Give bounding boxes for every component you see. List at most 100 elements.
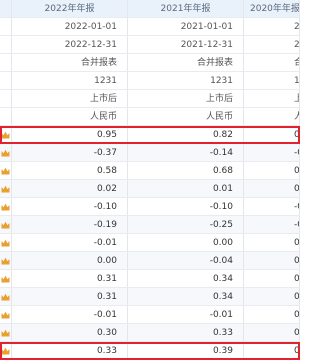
value-cell: -0.19 — [12, 216, 128, 234]
meta-cell: 合并报表 — [12, 54, 128, 72]
value-cell: 0 — [244, 162, 300, 180]
table-row[interactable]: -0.10-0.10-0 — [0, 198, 300, 216]
meta-cell: 人民币 — [244, 108, 300, 126]
value-cell: 0.02 — [12, 180, 128, 198]
meta-cell: 人民币 — [12, 108, 128, 126]
value-cell: 0 — [244, 270, 300, 288]
row-icon-cell[interactable] — [0, 324, 12, 342]
meta-cell: 2022-01-01 — [12, 18, 128, 36]
meta-cell: 合并报表 — [128, 54, 244, 72]
meta-icon-cell — [0, 90, 12, 108]
row-icon-cell[interactable] — [0, 252, 12, 270]
meta-cell: 1231 — [12, 72, 128, 90]
column-header-2020[interactable]: 2020年年报 — [244, 0, 300, 18]
value-cell: 0 — [244, 288, 300, 306]
value-cell: 0.82 — [128, 126, 244, 144]
row-icon-cell[interactable] — [0, 162, 12, 180]
value-cell: -0.14 — [128, 144, 244, 162]
value-cell: 0.33 — [12, 342, 128, 360]
value-cell: 0.39 — [128, 342, 244, 360]
meta-row-currency: 人民币 人民币 人民币 — [0, 108, 300, 126]
crown-icon — [1, 311, 10, 319]
table-row[interactable]: -0.37-0.14-0 — [0, 144, 300, 162]
table-row[interactable]: 0.31 0.34 0 — [0, 270, 300, 288]
crown-icon — [1, 149, 10, 157]
header-icon-cell — [0, 0, 12, 18]
meta-row-end-date: 2022-12-31 2021-12-31 2020-12-31 — [0, 36, 300, 54]
meta-row-start-date: 2022-01-01 2021-01-01 2020-01-01 — [0, 18, 300, 36]
value-cell: 0 — [244, 234, 300, 252]
value-cell: -0.01 — [12, 306, 128, 324]
column-header-2021[interactable]: 2021年年报 — [128, 0, 244, 18]
meta-icon-cell — [0, 36, 12, 54]
row-icon-cell[interactable] — [0, 288, 12, 306]
row-icon-cell[interactable] — [0, 216, 12, 234]
crown-icon — [1, 329, 10, 337]
meta-cell: 2022-12-31 — [12, 36, 128, 54]
meta-cell: 2021-12-31 — [128, 36, 244, 54]
value-cell: 0 — [244, 306, 300, 324]
meta-row-report-type: 合并报表 合并报表 合并报表 — [0, 54, 300, 72]
table-row[interactable]: -0.19-0.25-0 — [0, 216, 300, 234]
value-cell: 0 — [244, 324, 300, 342]
row-icon-cell[interactable] — [0, 198, 12, 216]
table-row[interactable]: 0.31 0.34 0 — [0, 288, 300, 306]
value-cell: 0 — [244, 342, 300, 360]
value-cell: 0.95 — [12, 126, 128, 144]
table-row[interactable]: 0.58 0.68 0 — [0, 162, 300, 180]
table-row[interactable]: 0.00 -0.04 0 — [0, 252, 300, 270]
meta-icon-cell — [0, 108, 12, 126]
meta-icon-cell — [0, 72, 12, 90]
value-cell: 0.58 — [12, 162, 128, 180]
crown-icon — [1, 131, 10, 139]
value-cell: 0.34 — [128, 270, 244, 288]
value-cell: -0.37 — [12, 144, 128, 162]
meta-cell: 2020-01-01 — [244, 18, 300, 36]
table-row[interactable]: -0.01 0.00 0 — [0, 234, 300, 252]
table-row[interactable]: 0.33 0.39 0 — [0, 342, 300, 360]
row-icon-cell[interactable] — [0, 234, 12, 252]
value-cell: -0.04 — [128, 252, 244, 270]
table-row[interactable]: 0.95 0.82 0 — [0, 126, 300, 144]
row-icon-cell[interactable] — [0, 144, 12, 162]
table-row[interactable]: -0.01 -0.01 0 — [0, 306, 300, 324]
row-icon-cell[interactable] — [0, 270, 12, 288]
value-cell: 0.00 — [128, 234, 244, 252]
value-cell: 0.00 — [12, 252, 128, 270]
meta-cell: 上市后 — [128, 90, 244, 108]
crown-icon — [1, 203, 10, 211]
value-cell: 0.31 — [12, 270, 128, 288]
value-cell: 0 — [244, 252, 300, 270]
row-icon-cell[interactable] — [0, 342, 12, 360]
meta-cell: 合并报表 — [244, 54, 300, 72]
meta-row-listing-status: 上市后 上市后 上市后 — [0, 90, 300, 108]
value-cell: 0.68 — [128, 162, 244, 180]
value-cell: -0.25 — [128, 216, 244, 234]
value-cell: -0 — [244, 216, 300, 234]
row-icon-cell[interactable] — [0, 180, 12, 198]
value-cell: 0.34 — [128, 288, 244, 306]
value-cell: 0.31 — [12, 288, 128, 306]
crown-icon — [1, 239, 10, 247]
table-row[interactable]: 0.30 0.33 0 — [0, 324, 300, 342]
value-cell: 0.30 — [12, 324, 128, 342]
value-cell: 0.33 — [128, 324, 244, 342]
meta-row-period-code: 1231 1231 1231 — [0, 72, 300, 90]
value-cell: -0.10 — [12, 198, 128, 216]
value-cell: -0 — [244, 198, 300, 216]
value-cell: -0.01 — [12, 234, 128, 252]
row-icon-cell[interactable] — [0, 306, 12, 324]
value-cell: 0 — [244, 126, 300, 144]
value-cell: -0.10 — [128, 198, 244, 216]
table-row[interactable]: 0.02 0.01 0 — [0, 180, 300, 198]
crown-icon — [1, 221, 10, 229]
meta-cell: 1231 — [244, 72, 300, 90]
meta-cell: 1231 — [128, 72, 244, 90]
value-cell: -0.01 — [128, 306, 244, 324]
table-header-row: 2022年年报 2021年年报 2020年年报 — [0, 0, 300, 18]
column-header-2022[interactable]: 2022年年报 — [12, 0, 128, 18]
meta-cell: 人民币 — [128, 108, 244, 126]
row-icon-cell[interactable] — [0, 126, 12, 144]
crown-icon — [1, 185, 10, 193]
crown-icon — [1, 347, 10, 355]
